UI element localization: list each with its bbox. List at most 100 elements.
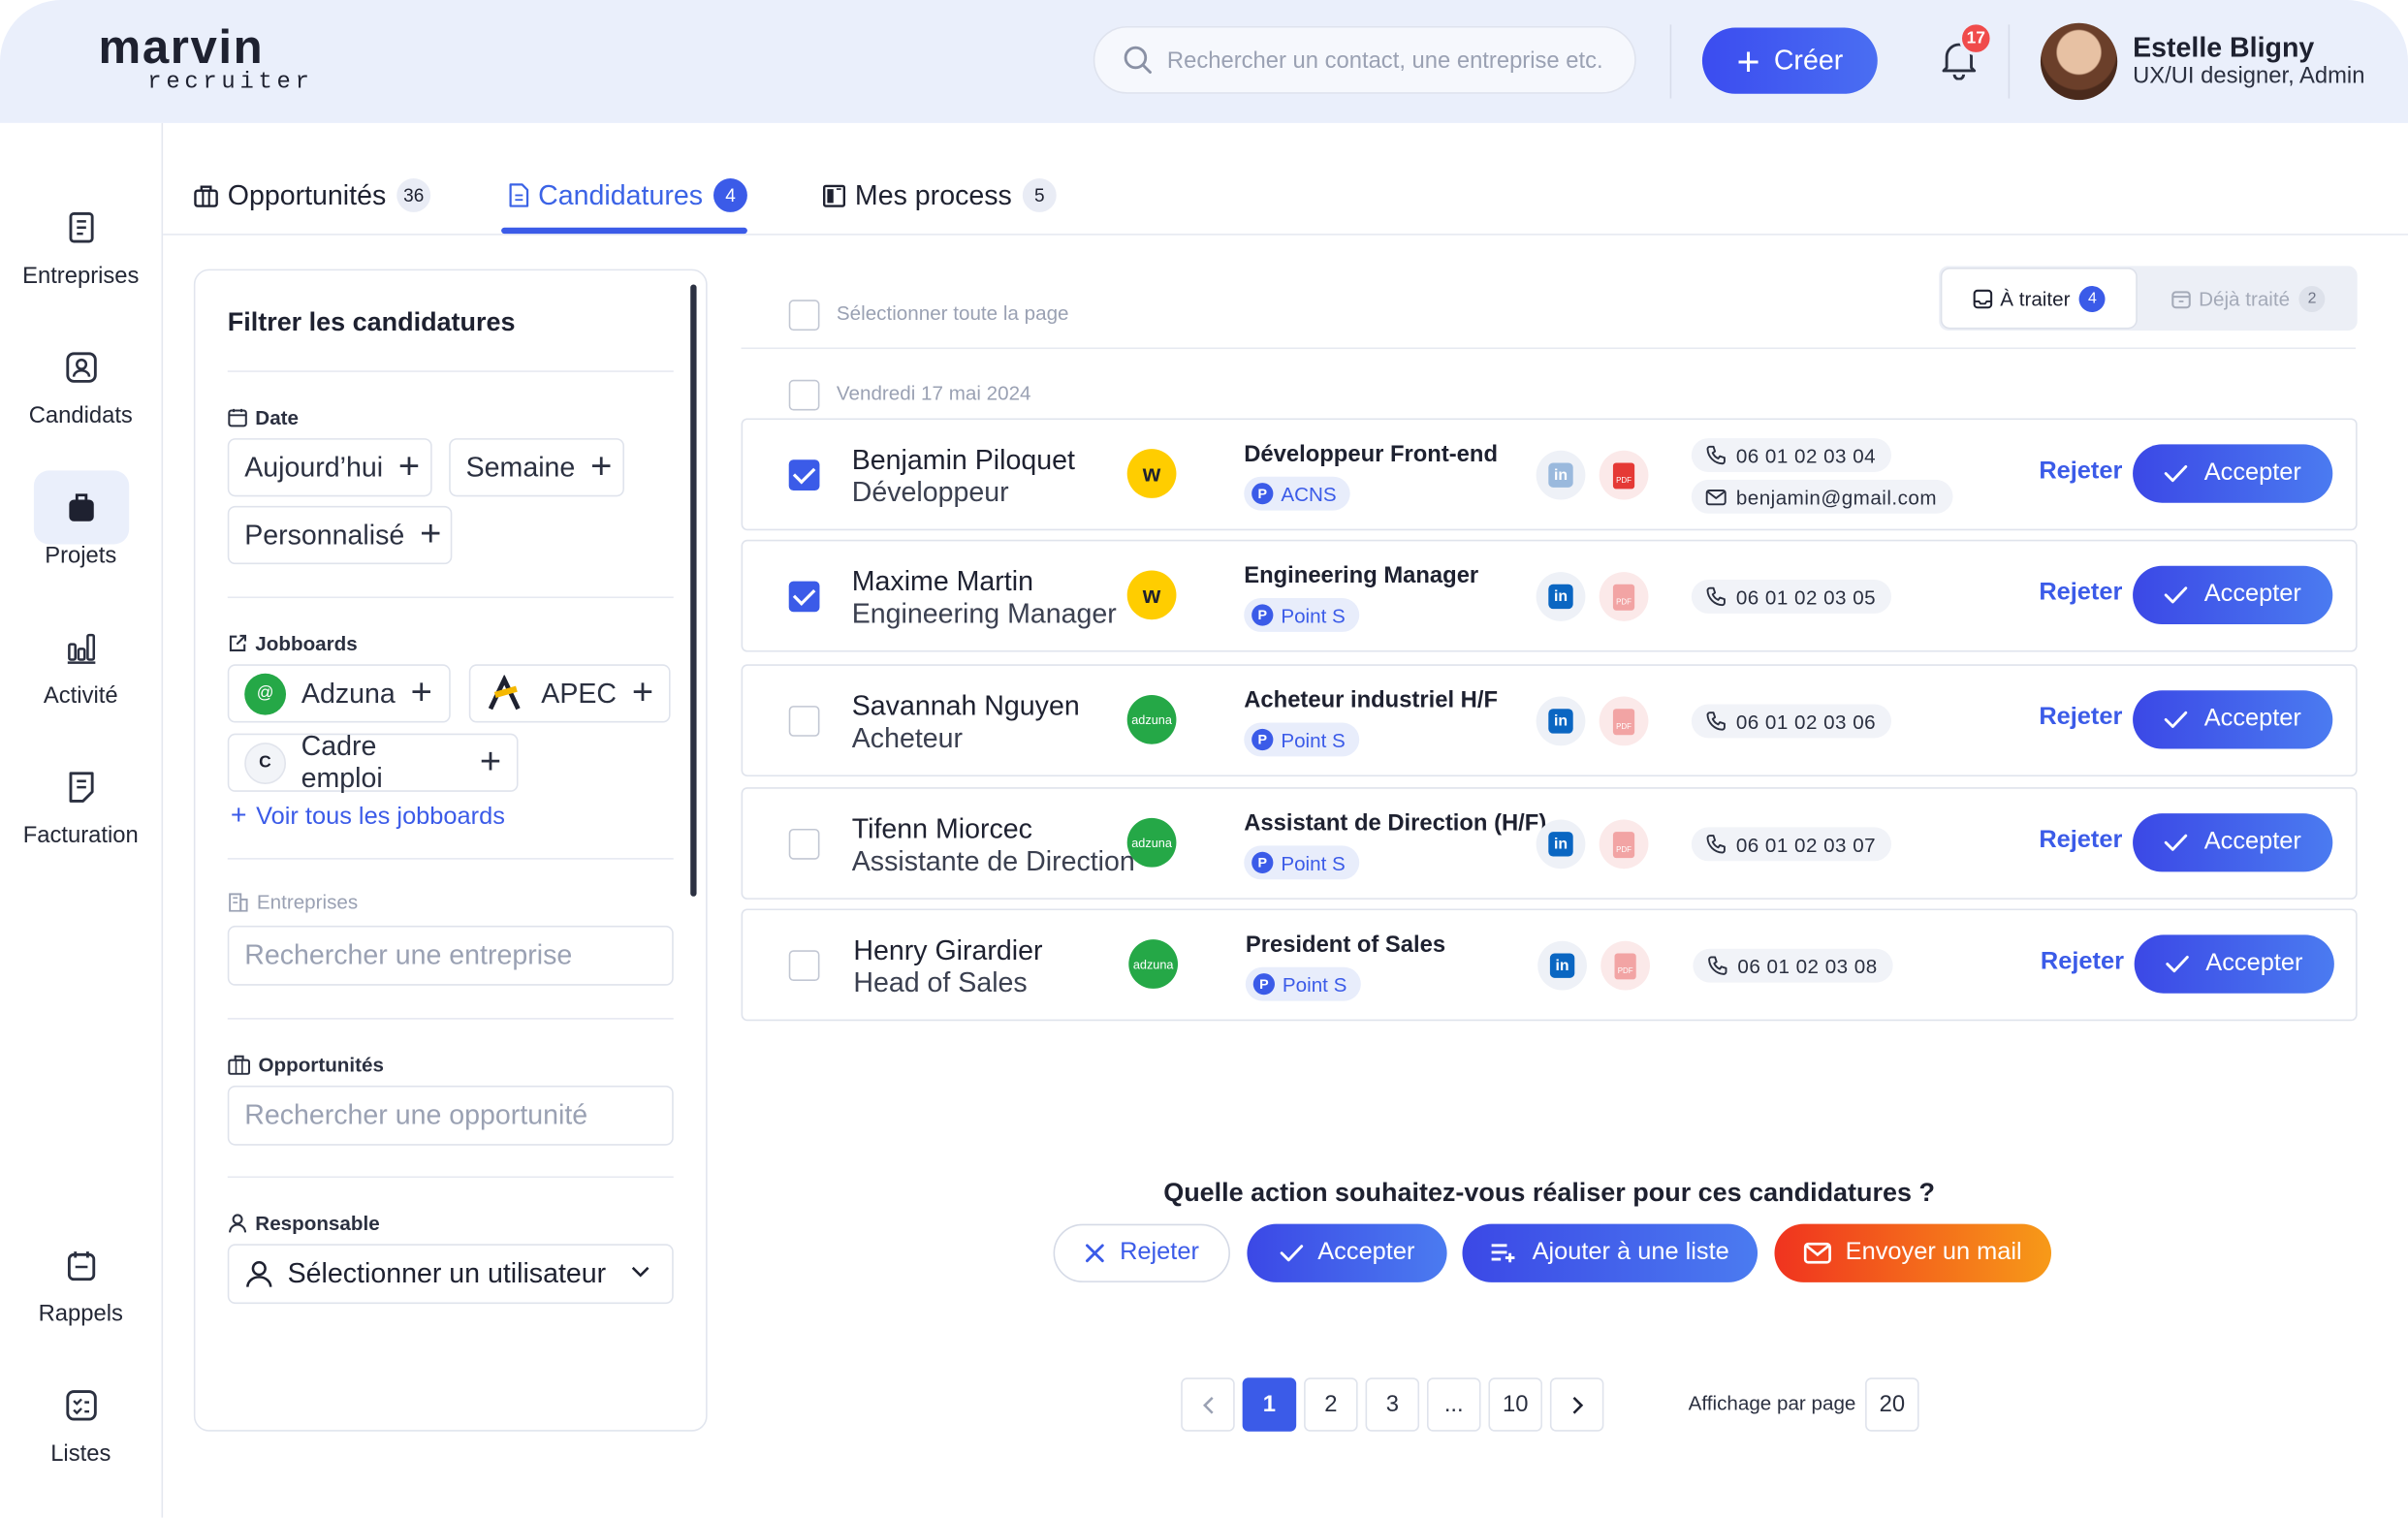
user-name: Estelle Bligny: [2133, 32, 2315, 64]
sidebar-item-facturation[interactable]: Facturation: [0, 769, 162, 849]
pdf-resume-icon[interactable]: PDF: [1599, 450, 1649, 500]
accept-button[interactable]: Accepter: [2133, 444, 2333, 503]
phone-pill[interactable]: 06 01 02 03 07: [1691, 827, 1891, 862]
phone-pill[interactable]: 06 01 02 03 05: [1691, 580, 1891, 614]
per-page-select[interactable]: 20: [1865, 1377, 1919, 1432]
job-title[interactable]: Développeur Front-end: [1244, 441, 1498, 467]
accept-button[interactable]: Accepter: [2134, 934, 2334, 994]
app-logo[interactable]: marvin recruiter: [99, 23, 314, 95]
candidate-name[interactable]: Tifenn Miorcec: [852, 813, 1032, 845]
reject-button[interactable]: Rejeter: [2041, 949, 2124, 977]
tab-opportunites[interactable]: Opportunités 36: [194, 178, 431, 212]
create-button[interactable]: + Créer: [1701, 27, 1878, 94]
phone-pill[interactable]: 06 01 02 03 08: [1693, 948, 1893, 983]
sidebar-item-activite[interactable]: Activité: [0, 629, 162, 709]
user-avatar[interactable]: [2040, 22, 2118, 101]
pagination-page[interactable]: 3: [1365, 1377, 1420, 1432]
linkedin-icon[interactable]: in: [1536, 450, 1586, 500]
tab-count: 36: [396, 178, 431, 212]
jobboard-chip-cadre-emploi[interactable]: C Cadre emploi +: [227, 730, 519, 793]
select-all-checkbox[interactable]: [788, 300, 820, 332]
email-pill[interactable]: benjamin@gmail.com: [1691, 479, 1952, 514]
pagination-page[interactable]: 1: [1242, 1377, 1297, 1432]
row-checkbox[interactable]: [788, 706, 820, 737]
phone-pill[interactable]: 06 01 02 03 06: [1691, 704, 1891, 739]
opportunity-search-input[interactable]: Rechercher une opportunité: [227, 1085, 674, 1146]
jobboard-chip-apec[interactable]: APEC +: [468, 664, 671, 723]
bulk-add-to-list-button[interactable]: Ajouter à une liste: [1462, 1223, 1758, 1282]
row-checkbox[interactable]: [788, 950, 820, 982]
date-chip-custom[interactable]: Personnalisé +: [227, 505, 453, 565]
accept-button[interactable]: Accepter: [2133, 565, 2333, 625]
filter-scrollbar[interactable]: [690, 284, 697, 897]
pdf-resume-icon[interactable]: PDF: [1599, 819, 1649, 870]
button-label: Accepter: [1317, 1239, 1415, 1266]
job-title[interactable]: Assistant de Direction (H/F): [1244, 810, 1546, 837]
company-badge[interactable]: P Point S: [1244, 722, 1360, 757]
linkedin-icon[interactable]: in: [1536, 572, 1586, 621]
company-badge[interactable]: P Point S: [1244, 845, 1360, 880]
pagination-page[interactable]: 2: [1304, 1377, 1358, 1432]
see-all-jobboards-link[interactable]: + Voir tous les jobboards: [231, 800, 505, 832]
mail-icon: [1804, 1242, 1832, 1264]
bulk-accept-button[interactable]: Accepter: [1247, 1223, 1447, 1282]
reject-button[interactable]: Rejeter: [2039, 704, 2122, 732]
candidate-title: Assistante de Direction: [851, 845, 1135, 877]
bulk-reject-button[interactable]: Rejeter: [1053, 1223, 1230, 1282]
accept-button[interactable]: Accepter: [2133, 813, 2333, 872]
filter-label-text: Opportunités: [258, 1053, 384, 1077]
toggle-to-process[interactable]: À traiter 4: [1940, 268, 2138, 330]
row-checkbox[interactable]: [788, 828, 820, 860]
date-group-checkbox[interactable]: [788, 379, 820, 411]
briefcase-outline-icon: [194, 184, 218, 206]
linkedin-icon[interactable]: in: [1536, 819, 1586, 870]
check-icon: [2165, 464, 2188, 483]
pdf-resume-icon[interactable]: PDF: [1599, 696, 1649, 746]
tab-candidatures[interactable]: Candidatures 4: [509, 178, 748, 212]
row-checkbox[interactable]: [788, 459, 820, 491]
sidebar-item-candidats[interactable]: Candidats: [0, 349, 162, 429]
toggle-already-processed[interactable]: Déjà traité 2: [2140, 268, 2356, 329]
plus-icon: +: [410, 672, 432, 714]
company-search-input[interactable]: Rechercher une entreprise: [227, 925, 674, 986]
pagination-next[interactable]: [1549, 1377, 1604, 1432]
phone-number: 06 01 02 03 06: [1735, 710, 1877, 733]
company-badge[interactable]: P ACNS: [1244, 476, 1350, 511]
jobboard-chip-adzuna[interactable]: @ Adzuna +: [227, 664, 451, 723]
sidebar-item-entreprises[interactable]: Entreprises: [0, 209, 162, 289]
accept-button[interactable]: Accepter: [2133, 690, 2333, 749]
job-title[interactable]: President of Sales: [1246, 932, 1445, 958]
candidate-name[interactable]: Maxime Martin: [852, 566, 1033, 598]
pagination-prev[interactable]: [1181, 1377, 1235, 1432]
date-chip-week[interactable]: Semaine +: [449, 438, 625, 497]
company-badge[interactable]: P Point S: [1244, 598, 1360, 632]
candidate-name[interactable]: Savannah Nguyen: [852, 690, 1080, 722]
plus-icon: +: [631, 672, 654, 714]
sidebar-item-projets[interactable]: Projets: [0, 489, 162, 569]
filter-date-label: Date: [228, 406, 299, 429]
reject-button[interactable]: Rejeter: [2039, 580, 2122, 608]
pagination-page[interactable]: 10: [1488, 1377, 1542, 1432]
bulk-send-mail-button[interactable]: Envoyer un mail: [1774, 1223, 2052, 1282]
job-title[interactable]: Acheteur industriel H/F: [1244, 687, 1498, 713]
sidebar-item-listes[interactable]: Listes: [0, 1387, 162, 1467]
reject-button[interactable]: Rejeter: [2039, 459, 2122, 487]
owner-select[interactable]: Sélectionner un utilisateur: [227, 1244, 674, 1305]
tab-mes-process[interactable]: Mes process 5: [823, 178, 1057, 212]
global-search-input[interactable]: Rechercher un contact, une entreprise et…: [1093, 25, 1636, 94]
company-logo-icon: P: [1252, 851, 1274, 873]
candidate-name[interactable]: Henry Girardier: [853, 934, 1042, 966]
job-title[interactable]: Engineering Manager: [1244, 563, 1478, 589]
company-badge[interactable]: P Point S: [1245, 966, 1361, 1001]
phone-pill[interactable]: 06 01 02 03 04: [1691, 438, 1891, 472]
pdf-resume-icon[interactable]: PDF: [1600, 940, 1651, 991]
linkedin-icon[interactable]: in: [1537, 940, 1587, 991]
date-chip-today[interactable]: Aujourd’hui +: [227, 438, 432, 497]
row-checkbox[interactable]: [788, 581, 820, 613]
sidebar-item-rappels[interactable]: Rappels: [0, 1247, 162, 1327]
reject-button[interactable]: Rejeter: [2039, 827, 2122, 855]
pdf-resume-icon[interactable]: PDF: [1599, 572, 1649, 621]
check-icon: [2167, 955, 2190, 973]
candidate-name[interactable]: Benjamin Piloquet: [852, 444, 1075, 476]
linkedin-icon[interactable]: in: [1536, 696, 1586, 746]
